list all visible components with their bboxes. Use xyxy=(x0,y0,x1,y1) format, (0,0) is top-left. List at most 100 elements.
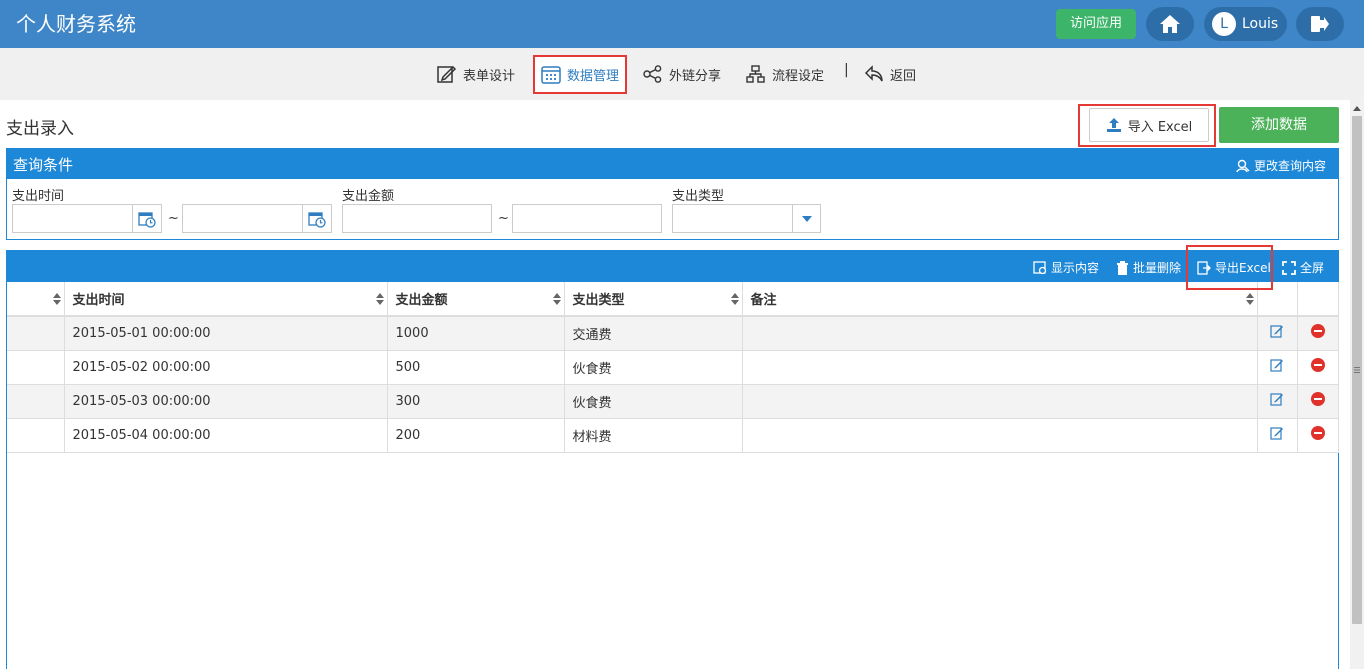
column-header-label: 备注 xyxy=(750,293,777,308)
fullscreen-label: 全屏 xyxy=(1300,261,1325,275)
table-row[interactable]: 2015-05-01 00:00:00 1000 交通费 xyxy=(7,316,1339,351)
column-header-label: 支出金额 xyxy=(395,293,448,308)
expense-amount-to-input[interactable] xyxy=(512,204,662,233)
sort-icon xyxy=(1245,293,1254,305)
cell-amount: 1000 xyxy=(387,316,565,351)
logout-button[interactable] xyxy=(1296,7,1344,41)
cell-time: 2015-05-01 00:00:00 xyxy=(64,316,388,351)
show-content-label: 显示内容 xyxy=(1051,261,1100,275)
delete-row-button[interactable] xyxy=(1297,384,1339,419)
edit-icon xyxy=(1270,427,1283,440)
query-panel-title: 查询条件 xyxy=(13,156,74,174)
edit-row-button[interactable] xyxy=(1257,350,1298,385)
home-icon xyxy=(1160,15,1180,33)
sort-icon xyxy=(552,293,561,305)
tab-form-design[interactable]: 表单设计 xyxy=(437,62,515,86)
tab-external-share[interactable]: 外链分享 xyxy=(643,62,721,86)
cell-note xyxy=(742,384,1258,419)
column-header-amount[interactable]: 支出金额 xyxy=(387,282,565,317)
display-settings-icon xyxy=(1033,260,1047,274)
fullscreen-icon xyxy=(1282,260,1296,275)
table-row[interactable]: 2015-05-03 00:00:00 300 伙食费 xyxy=(7,384,1339,419)
caret-down-icon xyxy=(801,215,812,222)
expense-type-select[interactable] xyxy=(672,204,821,233)
visit-app-button[interactable]: 访问应用 xyxy=(1056,9,1136,39)
sort-icon xyxy=(730,293,739,305)
tab-data-management[interactable]: 数据管理 xyxy=(533,55,628,94)
query-panel-header: 查询条件 更改查询内容 xyxy=(7,149,1338,179)
column-header-type[interactable]: 支出类型 xyxy=(564,282,743,317)
column-header-note[interactable]: 备注 xyxy=(742,282,1258,317)
export-excel-button[interactable]: 导出Excel xyxy=(1197,259,1271,276)
range-separator: ~ xyxy=(168,211,179,226)
change-query-label: 更改查询内容 xyxy=(1253,159,1326,173)
cell-amount: 500 xyxy=(387,350,565,385)
select-column-header[interactable] xyxy=(7,282,65,317)
import-excel-label: 导入 Excel xyxy=(1127,119,1193,135)
delete-row-button[interactable] xyxy=(1297,418,1339,453)
tab-label: 外链分享 xyxy=(669,68,722,84)
user-menu[interactable]: L Louis xyxy=(1204,7,1287,41)
grip-icon xyxy=(1354,367,1360,373)
row-select-cell[interactable] xyxy=(7,316,65,351)
batch-delete-button[interactable]: 批量删除 xyxy=(1116,259,1181,276)
tab-back[interactable]: 返回 xyxy=(864,62,916,86)
sort-icon xyxy=(52,293,61,305)
edit-row-button[interactable] xyxy=(1257,316,1298,351)
export-excel-label: 导出Excel xyxy=(1215,261,1271,275)
edit-icon xyxy=(1270,359,1283,372)
row-select-cell[interactable] xyxy=(7,384,65,419)
calendar-button[interactable] xyxy=(302,205,331,232)
calendar-button[interactable] xyxy=(132,205,161,232)
dropdown-arrow[interactable] xyxy=(792,205,820,232)
caret-up-icon xyxy=(1353,105,1361,111)
expense-amount-from-input[interactable] xyxy=(342,204,492,233)
app-header: 个人财务系统 访问应用 L Louis xyxy=(0,0,1364,48)
fullscreen-button[interactable]: 全屏 xyxy=(1282,259,1324,276)
table-header-row: 支出时间 支出金额 支出类型 备注 xyxy=(7,282,1339,317)
cell-type: 伙食费 xyxy=(564,384,743,419)
export-icon xyxy=(1197,260,1211,275)
edit-column-header xyxy=(1257,282,1298,317)
scrollbar-thumb[interactable] xyxy=(1352,116,1362,624)
table-row[interactable]: 2015-05-04 00:00:00 200 材料费 xyxy=(7,418,1339,453)
tab-label: 数据管理 xyxy=(567,69,620,84)
page-title: 支出录入 xyxy=(6,119,74,139)
remove-circle-icon xyxy=(1310,324,1325,339)
table-row[interactable]: 2015-05-02 00:00:00 500 伙食费 xyxy=(7,350,1339,385)
calendar-icon xyxy=(308,211,326,228)
remove-circle-icon xyxy=(1310,426,1325,440)
row-select-cell[interactable] xyxy=(7,418,65,453)
expense-time-label: 支出时间 xyxy=(12,189,65,204)
add-data-button[interactable]: 添加数据 xyxy=(1219,107,1339,143)
remove-circle-icon xyxy=(1310,392,1325,406)
column-header-time[interactable]: 支出时间 xyxy=(64,282,388,317)
logout-icon xyxy=(1311,16,1329,32)
page-scrollbar[interactable] xyxy=(1350,100,1364,669)
toolbar-separator: | xyxy=(844,62,849,78)
expense-type-label: 支出类型 xyxy=(672,189,725,204)
calendar-icon xyxy=(138,211,156,228)
cell-type: 材料费 xyxy=(564,418,743,453)
delete-row-button[interactable] xyxy=(1297,316,1339,351)
user-search-icon xyxy=(1236,159,1250,172)
home-button[interactable] xyxy=(1146,7,1194,41)
tab-label: 返回 xyxy=(890,68,917,84)
cell-note xyxy=(742,350,1258,385)
tab-workflow[interactable]: 流程设定 xyxy=(746,62,824,86)
tab-label: 流程设定 xyxy=(772,68,825,84)
change-query-button[interactable]: 更改查询内容 xyxy=(1236,157,1326,174)
scroll-up-button[interactable] xyxy=(1350,100,1364,116)
import-excel-button[interactable]: 导入 Excel xyxy=(1089,108,1209,142)
expense-time-to-input[interactable] xyxy=(182,204,332,233)
edit-row-button[interactable] xyxy=(1257,384,1298,419)
show-content-button[interactable]: 显示内容 xyxy=(1033,259,1099,276)
delete-row-button[interactable] xyxy=(1297,350,1339,385)
expense-time-from-input[interactable] xyxy=(12,204,162,233)
cell-note xyxy=(742,418,1258,453)
cell-type: 伙食费 xyxy=(564,350,743,385)
row-select-cell[interactable] xyxy=(7,350,65,385)
expense-amount-label: 支出金额 xyxy=(342,189,395,204)
edit-row-button[interactable] xyxy=(1257,418,1298,453)
avatar: L xyxy=(1212,12,1236,36)
